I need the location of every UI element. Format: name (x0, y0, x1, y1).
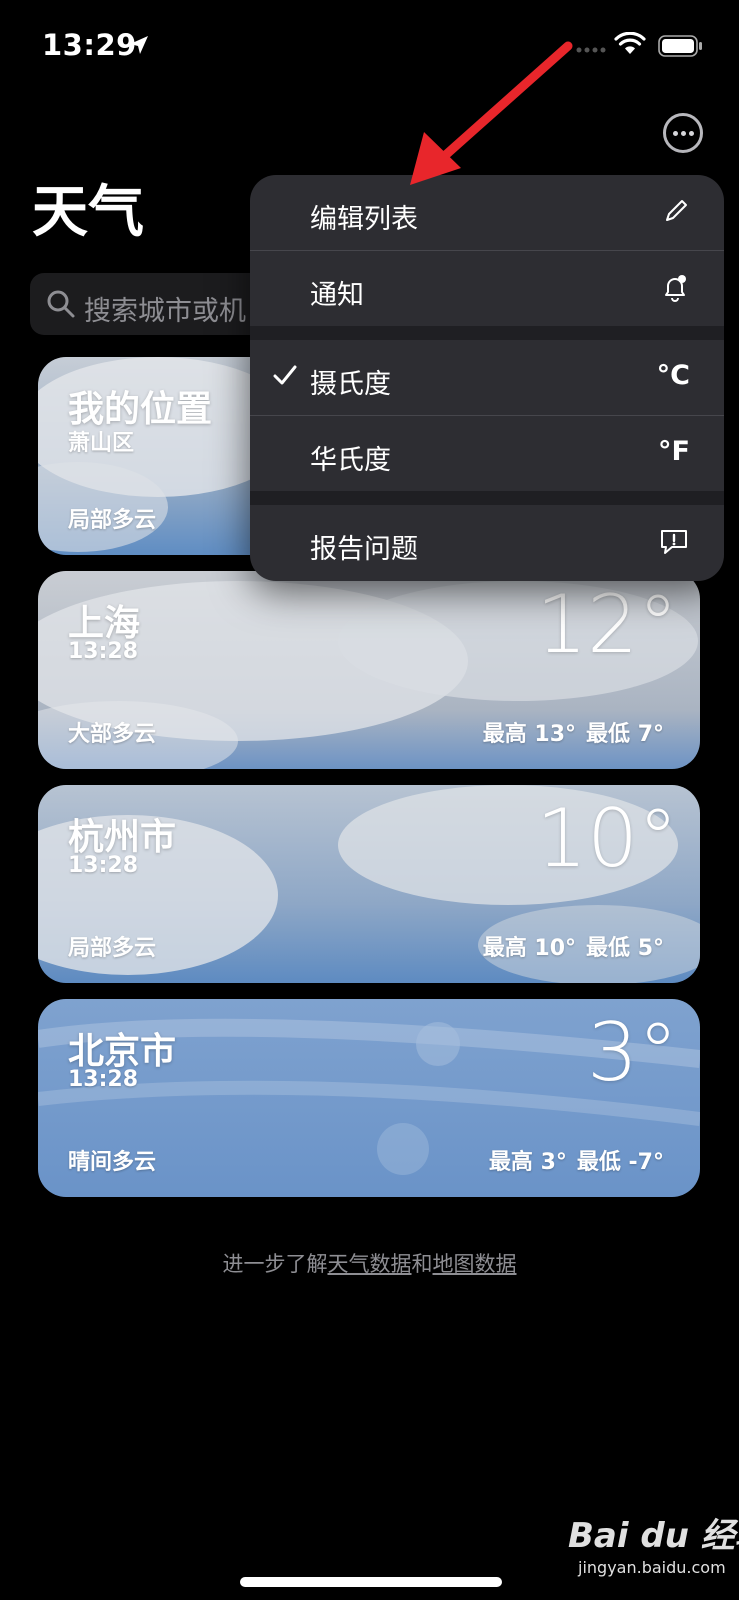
card-high-low: 最高 10° 最低 5° (483, 930, 664, 962)
menu-section-gap (250, 491, 724, 505)
menu-item-celsius[interactable]: 摄氏度 °C (250, 340, 724, 415)
weather-card-shanghai[interactable]: 上海 13:28 大部多云 12° 最高 13° 最低 7° (38, 571, 700, 769)
card-high: 最高 10° (482, 936, 577, 961)
card-high: 最高 3° (488, 1150, 567, 1175)
menu-item-label: 报告问题 (310, 534, 418, 565)
weather-card-hangzhou[interactable]: 杭州市 13:28 局部多云 10° 最高 10° 最低 5° (38, 785, 700, 983)
card-condition: 局部多云 (68, 936, 157, 961)
menu-section-gap (250, 326, 724, 340)
menu-item-label: 摄氏度 (310, 369, 391, 400)
card-condition: 局部多云 (68, 508, 157, 533)
watermark-logo: Bai du 经验 (568, 1516, 739, 1556)
home-indicator[interactable] (240, 1577, 502, 1587)
annotation-arrow (410, 41, 573, 185)
card-temperature: 10° (536, 792, 678, 885)
card-time: 13:28 (68, 853, 139, 878)
map-data-link[interactable]: 地图数据 (433, 1252, 517, 1276)
celsius-unit: °C (656, 360, 690, 391)
card-temperature: 3° (587, 1006, 678, 1099)
card-condition: 大部多云 (68, 722, 157, 747)
baidu-watermark: Bai du 经验 jingyan.baidu.com (568, 1508, 739, 1588)
checkmark-icon (273, 365, 297, 385)
card-subtitle: 萧山区 (68, 431, 135, 456)
data-source-note: 进一步了解天气数据和地图数据 (0, 1248, 739, 1278)
watermark-url: jingyan.baidu.com (578, 1558, 726, 1577)
card-time: 13:28 (68, 1067, 139, 1092)
card-condition: 晴间多云 (68, 1150, 157, 1175)
card-low: 最低 -7° (576, 1150, 664, 1175)
menu-item-label: 华氏度 (310, 445, 391, 476)
card-low: 最低 5° (586, 936, 664, 961)
footer-prefix: 进一步了解 (222, 1252, 328, 1276)
menu-item-report-issue[interactable]: 报告问题 (250, 505, 724, 580)
card-temperature: 12° (536, 578, 678, 671)
report-bubble-icon (661, 530, 687, 554)
footer-middle: 和 (411, 1252, 433, 1276)
card-high: 最高 13° (482, 722, 577, 747)
card-time: 13:28 (68, 639, 139, 664)
weather-data-link[interactable]: 天气数据 (328, 1252, 412, 1276)
weather-card-beijing[interactable]: 北京市 13:28 晴间多云 3° 最高 3° 最低 -7° (38, 999, 700, 1197)
fahrenheit-unit: °F (658, 436, 690, 467)
card-low: 最低 7° (586, 722, 664, 747)
card-high-low: 最高 13° 最低 7° (483, 716, 664, 748)
card-high-low: 最高 3° 最低 -7° (489, 1144, 664, 1176)
menu-item-fahrenheit[interactable]: 华氏度 °F (250, 416, 724, 491)
